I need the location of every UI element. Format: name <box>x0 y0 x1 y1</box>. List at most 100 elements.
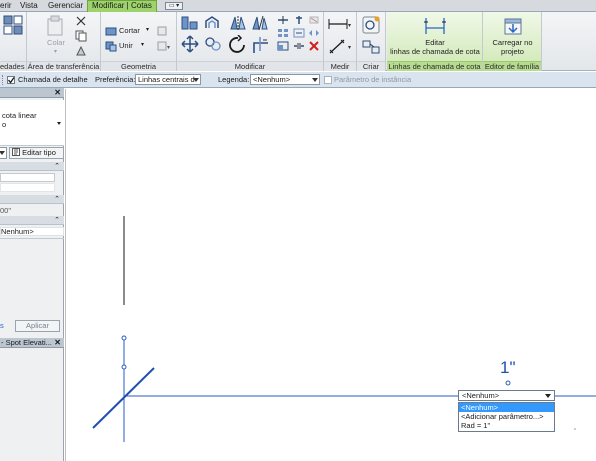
properties-help-link[interactable]: s <box>0 321 4 330</box>
copy-element-icon[interactable] <box>204 35 222 53</box>
svg-text:▾: ▾ <box>348 45 351 51</box>
project-browser-title: - Spot Elevati... <box>1 338 52 347</box>
category-identity[interactable]: ⌃ <box>0 216 64 225</box>
rotate-icon[interactable] <box>228 35 248 55</box>
cut-geometry-label[interactable]: Cortar <box>119 26 140 35</box>
chevron-down-icon <box>57 122 61 125</box>
pin-icon[interactable] <box>293 15 305 25</box>
grip-midpoint[interactable] <box>121 364 127 370</box>
category-graphics[interactable]: ⌃ <box>0 162 64 171</box>
grip-endpoint[interactable] <box>121 335 127 341</box>
preference-select[interactable]: Linhas centrais d <box>135 74 201 85</box>
text-drag-grip[interactable] <box>505 380 511 386</box>
cut-icon[interactable] <box>75 15 87 27</box>
measure-icon[interactable]: ▾ <box>327 17 353 31</box>
property-value-cell[interactable] <box>0 173 55 182</box>
canvas-dot <box>574 428 576 430</box>
paste-chevron-icon[interactable]: ▾ <box>54 48 57 57</box>
cut-geometry-icon[interactable] <box>105 25 117 37</box>
chevron-down-icon <box>545 394 551 398</box>
dimension-label-dropdown[interactable]: <Nenhum> <Nenhum> <Adicionar parâmetro..… <box>458 390 556 432</box>
divider <box>0 238 64 239</box>
property-value-cell[interactable] <box>0 183 55 192</box>
scale-icon[interactable] <box>277 41 289 51</box>
properties-icon[interactable] <box>3 15 23 35</box>
cut-chevron-icon[interactable]: ▾ <box>146 26 149 35</box>
split-face-icon[interactable]: ▾ <box>156 40 172 52</box>
dimension-icon[interactable]: ▾ <box>327 37 353 55</box>
contextual-tab-toggle[interactable]: ▭ ▾ <box>165 2 183 10</box>
delete-icon[interactable] <box>308 41 320 51</box>
chevron-down-icon <box>312 78 318 82</box>
apply-button[interactable]: Aplicar <box>15 320 60 332</box>
create-group-icon[interactable] <box>362 38 382 56</box>
panel-clipboard: Colar ▾ Área de transferência <box>27 12 101 71</box>
panel-title-create: Criar <box>357 61 385 71</box>
mirror-axis-icon[interactable] <box>229 15 247 31</box>
panel-title-clipboard: Área de transferência <box>27 61 100 71</box>
collapse-icon: ⌃ <box>54 196 60 203</box>
edit-type-icon <box>12 148 20 156</box>
edit-leaders-icon[interactable] <box>422 15 448 37</box>
trim-extend-icon[interactable] <box>251 35 271 55</box>
type-selector[interactable]: cota linear o <box>0 100 64 146</box>
edit-leaders-label-1[interactable]: Editar <box>387 38 483 47</box>
load-into-project-label-1[interactable]: Carregar no <box>483 38 542 47</box>
split-gap-icon[interactable] <box>293 41 305 51</box>
array-icon[interactable] <box>277 28 289 38</box>
match-properties-icon[interactable] <box>75 45 87 57</box>
instance-parameter-checkbox[interactable] <box>324 76 332 84</box>
preference-label: Preferência: <box>95 75 136 84</box>
edit-type-button[interactable]: Editar tipo <box>9 147 64 159</box>
dimension-label-select[interactable]: <Nenhum> <box>458 390 555 401</box>
close-icon[interactable]: ✕ <box>54 338 61 347</box>
tab-gerenciar[interactable]: Gerenciar <box>48 1 83 12</box>
panel-title-modify: Modificar <box>177 61 323 71</box>
leader-checkbox[interactable] <box>7 76 15 84</box>
paste-label[interactable]: Colar <box>41 38 71 47</box>
option-none[interactable]: <Nenhum> <box>459 403 554 412</box>
load-into-project-label-2[interactable]: projeto <box>483 47 542 56</box>
match-type-icon[interactable] <box>308 15 320 25</box>
offset-icon[interactable] <box>204 15 224 31</box>
property-value-text: 00" <box>0 206 12 215</box>
instance-filter-select[interactable] <box>0 147 7 159</box>
align-icon[interactable] <box>181 15 199 31</box>
copy-icon[interactable] <box>75 30 87 42</box>
options-bar: Chamada de detalhe Preferência: Linhas c… <box>0 72 596 88</box>
collapse-icon: ⌃ <box>54 163 60 170</box>
wall-joins-icon[interactable] <box>156 25 168 37</box>
option-rad[interactable]: Rad = 1" <box>459 421 554 430</box>
instance-parameter-label: Parâmetro de instância <box>334 75 412 84</box>
tab-vista[interactable]: Vista <box>20 1 38 12</box>
panel-measure: ▾ ▾ Medir <box>324 12 357 71</box>
dimension-value-text[interactable]: 1" <box>500 359 516 377</box>
project-browser-header: - Spot Elevati... ✕ <box>0 338 64 348</box>
leader-label: Chamada de detalhe <box>18 75 88 84</box>
join-chevron-icon[interactable]: ▾ <box>141 41 144 50</box>
paste-icon[interactable] <box>46 15 66 37</box>
unpin-icon[interactable] <box>293 28 305 38</box>
collapse-icon: ⌃ <box>54 217 60 224</box>
legend-select[interactable]: <Nenhum> <box>250 74 320 85</box>
tab-inserir[interactable]: erir <box>0 1 12 12</box>
mirror-draw-icon[interactable] <box>251 15 269 31</box>
ribbon: edades Colar ▾ Área de transferência Cor… <box>0 12 596 71</box>
legend-label: Legenda: <box>218 75 250 84</box>
close-icon[interactable]: ✕ <box>54 88 61 97</box>
unlock-icon[interactable] <box>308 28 320 38</box>
category-text[interactable]: ⌃ <box>0 195 64 204</box>
label-value-cell[interactable]: Nenhum> <box>0 227 64 236</box>
edit-leaders-label-2[interactable]: linhas de chamada de cota <box>387 47 483 56</box>
panel-dimension-leaders: Editar linhas de chamada de cota Linhas … <box>387 12 483 71</box>
move-icon[interactable] <box>181 35 199 53</box>
join-icon[interactable] <box>105 40 117 52</box>
checkmark-icon <box>7 77 15 84</box>
option-add-parameter[interactable]: <Adicionar parâmetro...> <box>459 412 554 421</box>
tab-modificar-cotas[interactable]: Modificar | Cotas <box>87 0 157 12</box>
join-label[interactable]: Unir <box>119 41 133 50</box>
split-icon[interactable] <box>277 15 289 25</box>
edit-type-label: Editar tipo <box>22 148 56 157</box>
create-similar-icon[interactable] <box>362 16 382 34</box>
load-into-project-icon[interactable] <box>502 15 524 37</box>
